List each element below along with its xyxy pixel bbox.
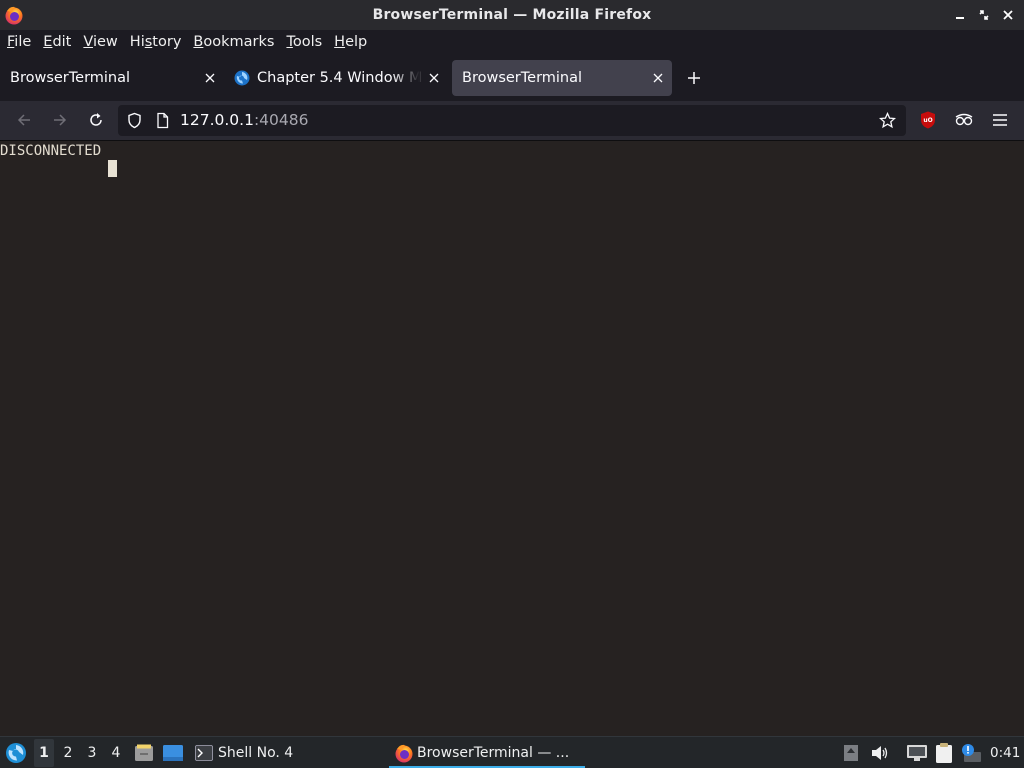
file-manager-icon xyxy=(135,744,153,761)
tray-volume[interactable] xyxy=(871,737,889,768)
back-button[interactable] xyxy=(9,105,39,135)
glasses-icon xyxy=(955,113,973,126)
speaker-icon xyxy=(872,746,888,760)
update-arrow-icon xyxy=(844,745,858,761)
close-icon xyxy=(653,73,663,83)
menu-bookmarks[interactable]: Bookmarks xyxy=(188,30,279,55)
notification-info-icon xyxy=(962,744,981,762)
clock-time: 0:41 xyxy=(990,745,1021,761)
site-favicon-icon xyxy=(234,70,250,86)
maximize-button[interactable] xyxy=(974,5,994,25)
close-window-button[interactable] xyxy=(998,5,1018,25)
reload-icon xyxy=(90,113,102,126)
close-icon xyxy=(205,73,215,83)
navigation-bar: 127.0.0.1:40486 uO xyxy=(0,101,1024,140)
url-bar[interactable]: 127.0.0.1:40486 xyxy=(118,105,906,136)
close-icon xyxy=(1003,10,1013,20)
tray-network[interactable] xyxy=(906,737,928,768)
tab-strip: BrowserTerminal Chapter 5.4 Window M Bro… xyxy=(0,55,1024,101)
terminal-cursor xyxy=(108,160,117,177)
menu-bar: File Edit View History Bookmarks Tools H… xyxy=(0,30,1024,55)
restore-icon xyxy=(979,10,989,20)
tab-browserterminal-1[interactable]: BrowserTerminal xyxy=(0,60,224,96)
firefox-logo-icon xyxy=(5,6,23,25)
clock[interactable]: 0:41 xyxy=(990,737,1020,768)
tray-clipboard[interactable] xyxy=(934,737,954,768)
workspace-2[interactable]: 2 xyxy=(58,745,78,761)
close-icon xyxy=(429,73,439,83)
tray-notifications[interactable] xyxy=(960,737,982,768)
terminal-status-line: DISCONNECTED xyxy=(0,143,102,159)
workspace-switcher: 1 2 3 4 xyxy=(34,737,126,768)
window-title: BrowserTerminal — Mozilla Firefox xyxy=(372,7,652,23)
menu-help[interactable]: Help xyxy=(329,30,372,55)
url-port: :40486 xyxy=(253,111,309,129)
quicklaunch-files[interactable] xyxy=(134,737,154,768)
network-monitor-icon xyxy=(907,745,927,761)
ublock-button[interactable]: uO xyxy=(913,105,943,135)
tab-label: BrowserTerminal xyxy=(462,70,583,86)
task-label: Shell No. 4 xyxy=(218,745,294,761)
start-menu-button[interactable] xyxy=(5,737,27,768)
desktop-icon xyxy=(163,745,183,761)
menu-history[interactable]: History xyxy=(125,30,187,55)
plus-icon xyxy=(688,72,700,84)
window-titlebar: BrowserTerminal — Mozilla Firefox xyxy=(0,0,1024,30)
tab-close-button[interactable] xyxy=(650,70,666,86)
workspace-4[interactable]: 4 xyxy=(106,745,126,761)
forward-button[interactable] xyxy=(45,105,75,135)
minimize-button[interactable] xyxy=(950,5,970,25)
svg-text:uO: uO xyxy=(923,117,932,124)
task-label: BrowserTerminal — ... xyxy=(417,745,570,761)
tab-browserterminal-active[interactable]: BrowserTerminal xyxy=(452,60,672,96)
tab-chapter[interactable]: Chapter 5.4 Window M xyxy=(224,60,448,96)
workspace-3[interactable]: 3 xyxy=(82,745,102,761)
quicklaunch-desktop[interactable] xyxy=(162,737,184,768)
lxqt-start-icon xyxy=(6,743,26,763)
new-tab-button[interactable] xyxy=(678,62,710,94)
menu-edit[interactable]: Edit xyxy=(38,30,76,55)
tab-label: BrowserTerminal xyxy=(10,70,131,86)
menu-tools[interactable]: Tools xyxy=(281,30,327,55)
tab-close-button[interactable] xyxy=(202,70,218,86)
star-icon[interactable] xyxy=(879,112,896,129)
page-icon[interactable] xyxy=(154,112,171,129)
menu-file[interactable]: File xyxy=(2,30,36,55)
extension-button[interactable] xyxy=(949,105,979,135)
taskbar: 1 2 3 4 Shell No. 4 BrowserTerminal — ..… xyxy=(0,736,1024,768)
clipboard-icon xyxy=(936,743,952,763)
window-controls xyxy=(950,5,1018,25)
tab-close-button[interactable] xyxy=(426,70,442,86)
url-host: 127.0.0.1 xyxy=(180,111,254,129)
task-shell[interactable]: Shell No. 4 xyxy=(195,737,293,768)
workspace-1[interactable]: 1 xyxy=(34,739,54,767)
arrow-left-icon xyxy=(17,114,30,126)
shield-icon[interactable] xyxy=(126,112,143,129)
minimize-icon xyxy=(956,17,964,19)
tray-updates[interactable] xyxy=(843,737,859,768)
terminal-icon xyxy=(195,745,213,761)
reload-button[interactable] xyxy=(81,105,111,135)
hamburger-menu-icon xyxy=(993,114,1007,126)
ublock-origin-icon: uO xyxy=(921,111,935,129)
menu-view[interactable]: View xyxy=(78,30,122,55)
tab-fade xyxy=(392,60,420,96)
terminal-viewport[interactable]: DISCONNECTED xyxy=(0,140,1024,736)
url-text[interactable]: 127.0.0.1:40486 xyxy=(180,111,308,129)
firefox-logo-icon xyxy=(395,744,413,763)
arrow-right-icon xyxy=(54,114,67,126)
task-firefox[interactable]: BrowserTerminal — ... xyxy=(394,737,569,768)
app-menu-button[interactable] xyxy=(985,105,1015,135)
